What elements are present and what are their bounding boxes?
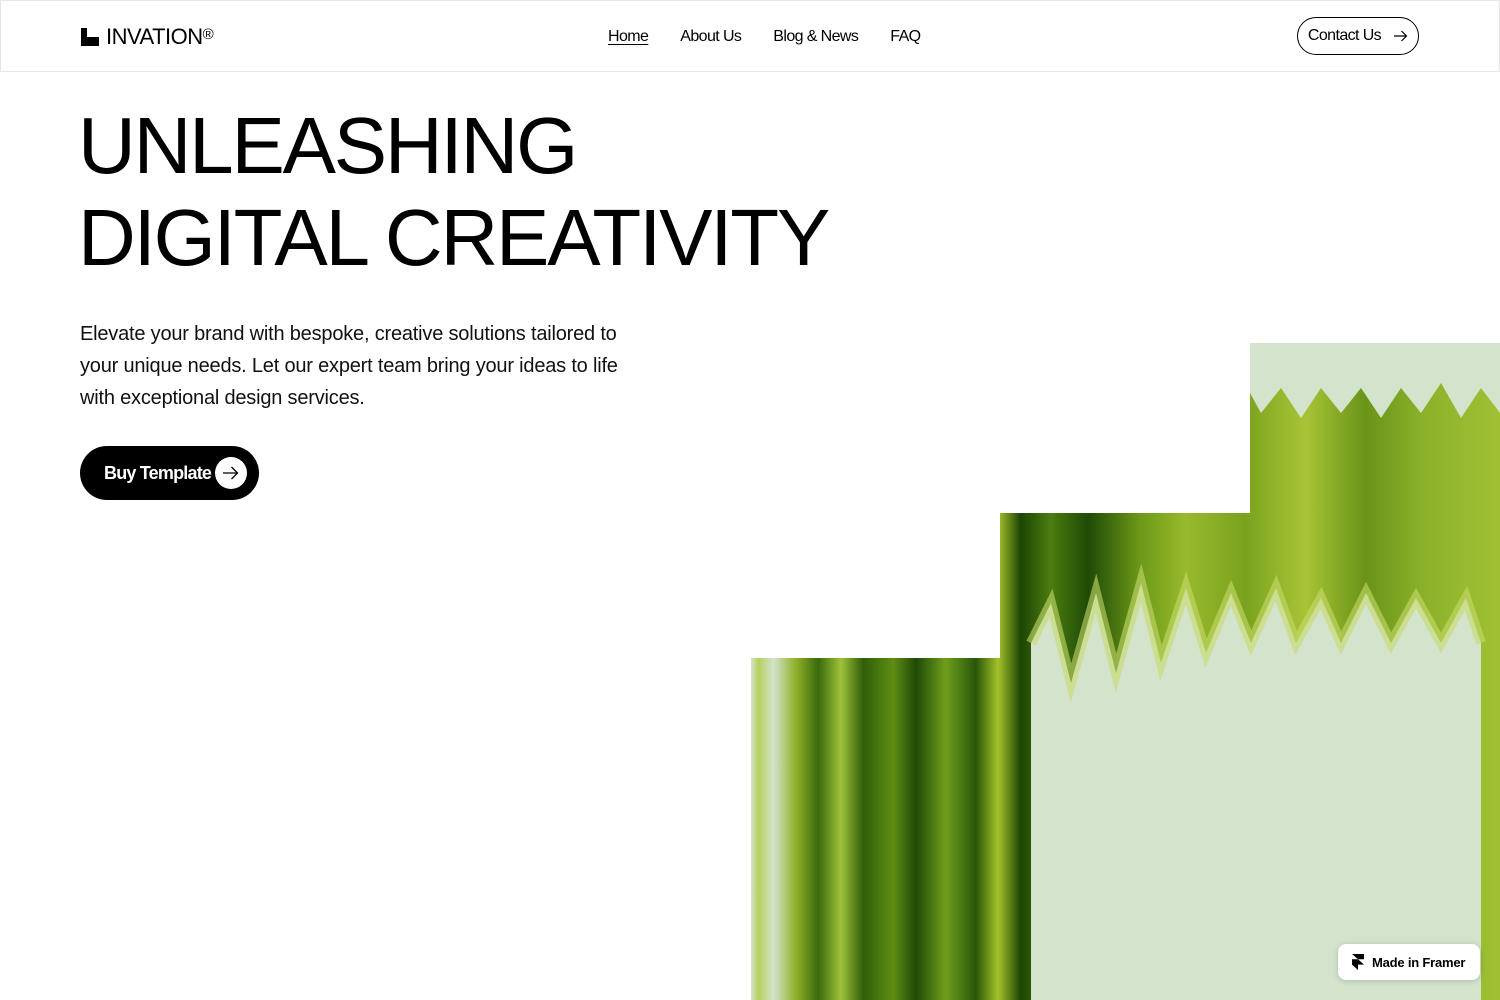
nav-item-about-us[interactable]: About Us bbox=[680, 26, 742, 48]
main-nav: Home About Us Blog & News FAQ bbox=[608, 26, 921, 48]
arrow-circle bbox=[215, 457, 247, 489]
site-header: INVATION® Home About Us Blog & News FAQ … bbox=[0, 0, 1500, 72]
hero-title: UNLEASHING DIGITAL CREATIVITY bbox=[78, 100, 830, 284]
brand-logo-icon bbox=[81, 28, 99, 46]
framer-logo-icon bbox=[1352, 954, 1364, 970]
brand-logo[interactable]: INVATION® bbox=[81, 24, 214, 49]
hero-title-line-1: UNLEASHING bbox=[78, 101, 578, 190]
nav-item-home[interactable]: Home bbox=[608, 26, 649, 48]
buy-template-label: Buy Template bbox=[104, 462, 212, 483]
registered-mark: ® bbox=[202, 26, 214, 43]
contact-us-button[interactable]: Contact Us bbox=[1297, 17, 1419, 55]
buy-template-button[interactable]: Buy Template bbox=[80, 446, 259, 500]
hero-title-line-2: DIGITAL CREATIVITY bbox=[78, 193, 830, 282]
made-in-framer-badge[interactable]: Made in Framer bbox=[1338, 944, 1480, 980]
brand-name: INVATION® bbox=[106, 24, 214, 49]
nav-item-faq[interactable]: FAQ bbox=[890, 26, 921, 48]
arrow-right-icon bbox=[1394, 30, 1408, 42]
made-in-framer-label: Made in Framer bbox=[1372, 954, 1466, 970]
hero-subtitle: Elevate your brand with bespoke, creativ… bbox=[80, 323, 618, 409]
nav-item-blog-news[interactable]: Blog & News bbox=[773, 26, 859, 48]
arrow-right-icon bbox=[223, 466, 239, 480]
landing-page: INVATION® Home About Us Blog & News FAQ … bbox=[0, 0, 1500, 1000]
contact-us-label: Contact Us bbox=[1307, 27, 1382, 44]
hero-abstract-artwork bbox=[751, 343, 1500, 1000]
